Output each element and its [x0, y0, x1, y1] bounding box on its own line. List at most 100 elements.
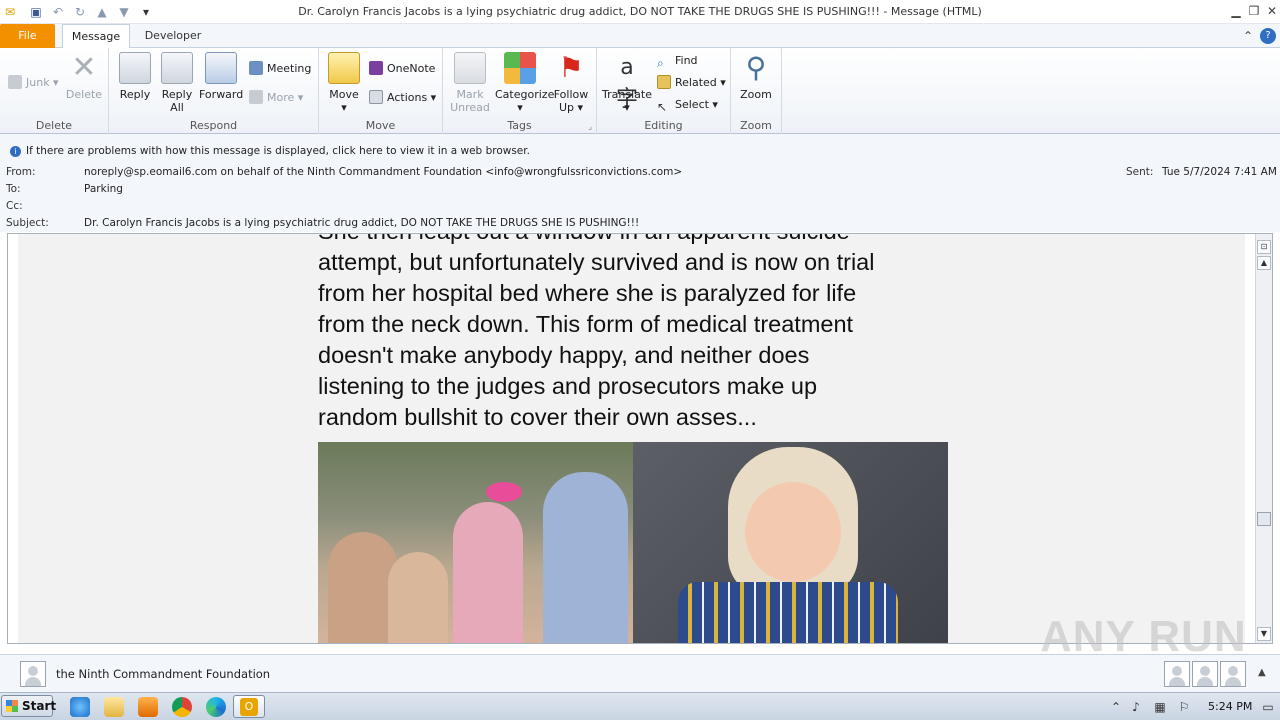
tab-file[interactable]: File — [0, 24, 55, 48]
meeting-button[interactable]: Meeting — [249, 60, 311, 78]
scroll-down-icon[interactable]: ▼ — [1257, 627, 1271, 641]
body-line: from the neck down. This form of medical… — [318, 311, 854, 337]
previous-item-icon[interactable]: ▲ — [94, 4, 110, 20]
sent-value: Tue 5/7/2024 7:41 AM — [1162, 166, 1277, 178]
junk-button[interactable]: Junk ▾ — [8, 74, 59, 92]
infobar-message[interactable]: i If there are problems with how this mes… — [10, 145, 530, 157]
forward-button[interactable]: Forward — [199, 52, 243, 101]
subject-value: Dr. Carolyn Francis Jacobs is a lying ps… — [84, 217, 640, 229]
message-scrollbar[interactable]: ⊡ ▲ ▼ — [1255, 234, 1272, 643]
help-icon[interactable]: ? — [1260, 28, 1276, 44]
message-header-area: i If there are problems with how this mes… — [0, 134, 1280, 232]
body-line: listening to the judges and prosecutors … — [318, 373, 818, 399]
categorize-button[interactable]: Categorize ▾ — [495, 52, 554, 114]
redo-icon[interactable]: ↻ — [72, 4, 88, 20]
media-player-icon[interactable] — [138, 697, 158, 717]
avatar[interactable] — [20, 661, 46, 687]
embedded-photo — [318, 442, 948, 643]
taskbar-clock[interactable]: 5:24 PM — [1208, 700, 1252, 713]
volume-icon[interactable]: ♪ — [1128, 699, 1144, 715]
network-icon[interactable]: ▦ — [1152, 699, 1168, 715]
message-body-frame: She then leapt out a window in an appare… — [7, 233, 1273, 644]
find-button[interactable]: ⌕ Find — [657, 52, 698, 70]
actions-icon — [369, 90, 383, 104]
subject-label: Subject: — [6, 217, 49, 229]
info-icon: i — [10, 146, 21, 157]
delete-group: Junk ▾ ✕ Delete Delete — [0, 48, 109, 134]
actions-button[interactable]: Actions ▾ — [369, 89, 436, 107]
internet-explorer-icon[interactable] — [70, 697, 90, 717]
follow-up-button[interactable]: ⚑ Follow Up ▾ — [549, 51, 593, 115]
action-center-flag-icon[interactable]: ⚐ — [1176, 699, 1192, 715]
delete-button[interactable]: ✕ Delete — [62, 50, 106, 102]
dialog-launcher-icon[interactable]: ⌟ — [588, 122, 592, 131]
people-pane-name[interactable]: the Ninth Commandment Foundation — [56, 667, 270, 681]
onenote-button[interactable]: OneNote — [369, 60, 435, 78]
cc-label: Cc: — [6, 200, 23, 212]
delete-x-icon: ✕ — [71, 50, 97, 85]
save-icon[interactable]: ▣ — [28, 4, 44, 20]
tab-developer[interactable]: Developer — [138, 24, 208, 48]
move-group-label: Move — [365, 119, 396, 132]
file-explorer-icon[interactable] — [104, 697, 124, 717]
expand-people-pane-icon[interactable]: ▲ — [1258, 667, 1266, 678]
minimize-icon[interactable]: ▁ — [1228, 3, 1244, 19]
onenote-icon — [369, 61, 383, 75]
customize-toolbar-icon[interactable]: ▾ — [138, 4, 154, 20]
zoom-button[interactable]: ⚲ Zoom — [735, 51, 777, 102]
to-label: To: — [6, 183, 21, 195]
reply-icon — [119, 52, 151, 84]
related-button[interactable]: Related ▾ — [657, 74, 726, 92]
reply-all-button[interactable]: Reply All — [157, 52, 197, 114]
body-text: She then leapt out a window in an appare… — [318, 234, 958, 433]
contact-avatar-3[interactable] — [1220, 661, 1246, 687]
body-line: attempt, but unfortunately survived and … — [318, 249, 875, 275]
scroll-options-icon[interactable]: ⊡ — [1257, 240, 1271, 254]
title-bar: ✉ ▣ ↶ ↻ ▲ ▼ ▾ Dr. Carolyn Francis Jacobs… — [0, 0, 1280, 24]
move-folder-icon — [328, 52, 360, 84]
next-item-icon[interactable]: ▼ — [116, 4, 132, 20]
from-value[interactable]: noreply@sp.eomail6.com on behalf of the … — [84, 166, 682, 178]
outlook-taskbar-button[interactable]: O — [233, 695, 265, 718]
contact-avatar-2[interactable] — [1192, 661, 1218, 687]
zoom-group-label: Zoom — [740, 119, 772, 132]
undo-icon[interactable]: ↶ — [50, 4, 66, 20]
reply-all-icon — [161, 52, 193, 84]
outlook-envelope-icon: ✉ — [4, 5, 16, 19]
reply-button[interactable]: Reply — [115, 52, 155, 101]
sent-label: Sent: — [1126, 166, 1154, 178]
show-desktop-icon[interactable]: ▭ — [1260, 699, 1276, 715]
edge-icon[interactable] — [206, 697, 226, 717]
scroll-up-icon[interactable]: ▲ — [1257, 256, 1271, 270]
ribbon-tabs: File Message Developer ⌃ ? — [0, 24, 1280, 49]
more-icon — [249, 90, 263, 104]
body-line: random bullshit to cover their own asses… — [318, 404, 757, 430]
select-button[interactable]: ↖ Select ▾ — [657, 96, 718, 114]
chrome-icon[interactable] — [172, 697, 192, 717]
contact-avatar-1[interactable] — [1164, 661, 1190, 687]
binoculars-icon: ⌕ — [657, 56, 664, 70]
start-button[interactable]: Start — [1, 695, 56, 717]
scroll-thumb[interactable] — [1257, 512, 1271, 526]
to-value[interactable]: Parking — [84, 183, 123, 195]
move-button[interactable]: Move ▾ — [325, 52, 363, 114]
calendar-icon — [249, 61, 263, 75]
from-label: From: — [6, 166, 36, 178]
translate-icon: a字 — [615, 55, 638, 112]
tab-message[interactable]: Message — [62, 24, 130, 49]
restore-icon[interactable]: ❐ — [1246, 3, 1262, 19]
magnifier-icon: ⚲ — [745, 51, 767, 84]
delete-group-label: Delete — [35, 119, 73, 132]
tags-group-label: Tags — [507, 119, 532, 132]
more-respond-button[interactable]: More ▾ — [249, 89, 303, 107]
mark-unread-button[interactable]: Mark Unread — [447, 52, 493, 114]
body-line: doesn't make anybody happy, and neither … — [318, 342, 810, 368]
collapse-ribbon-icon[interactable]: ⌃ — [1240, 28, 1256, 44]
body-line: She then leapt out a window in an appare… — [318, 234, 958, 247]
close-icon[interactable]: ✕ — [1264, 3, 1280, 19]
taskbar: Start O ⌃ ♪ ▦ ⚐ 5:24 PM ▭ — [0, 692, 1280, 720]
flag-icon: ⚑ — [558, 51, 584, 84]
show-hidden-icons-icon[interactable]: ⌃ — [1108, 699, 1124, 715]
translate-button[interactable]: a字 Translate ▾ — [601, 52, 653, 114]
junk-icon — [8, 75, 22, 89]
